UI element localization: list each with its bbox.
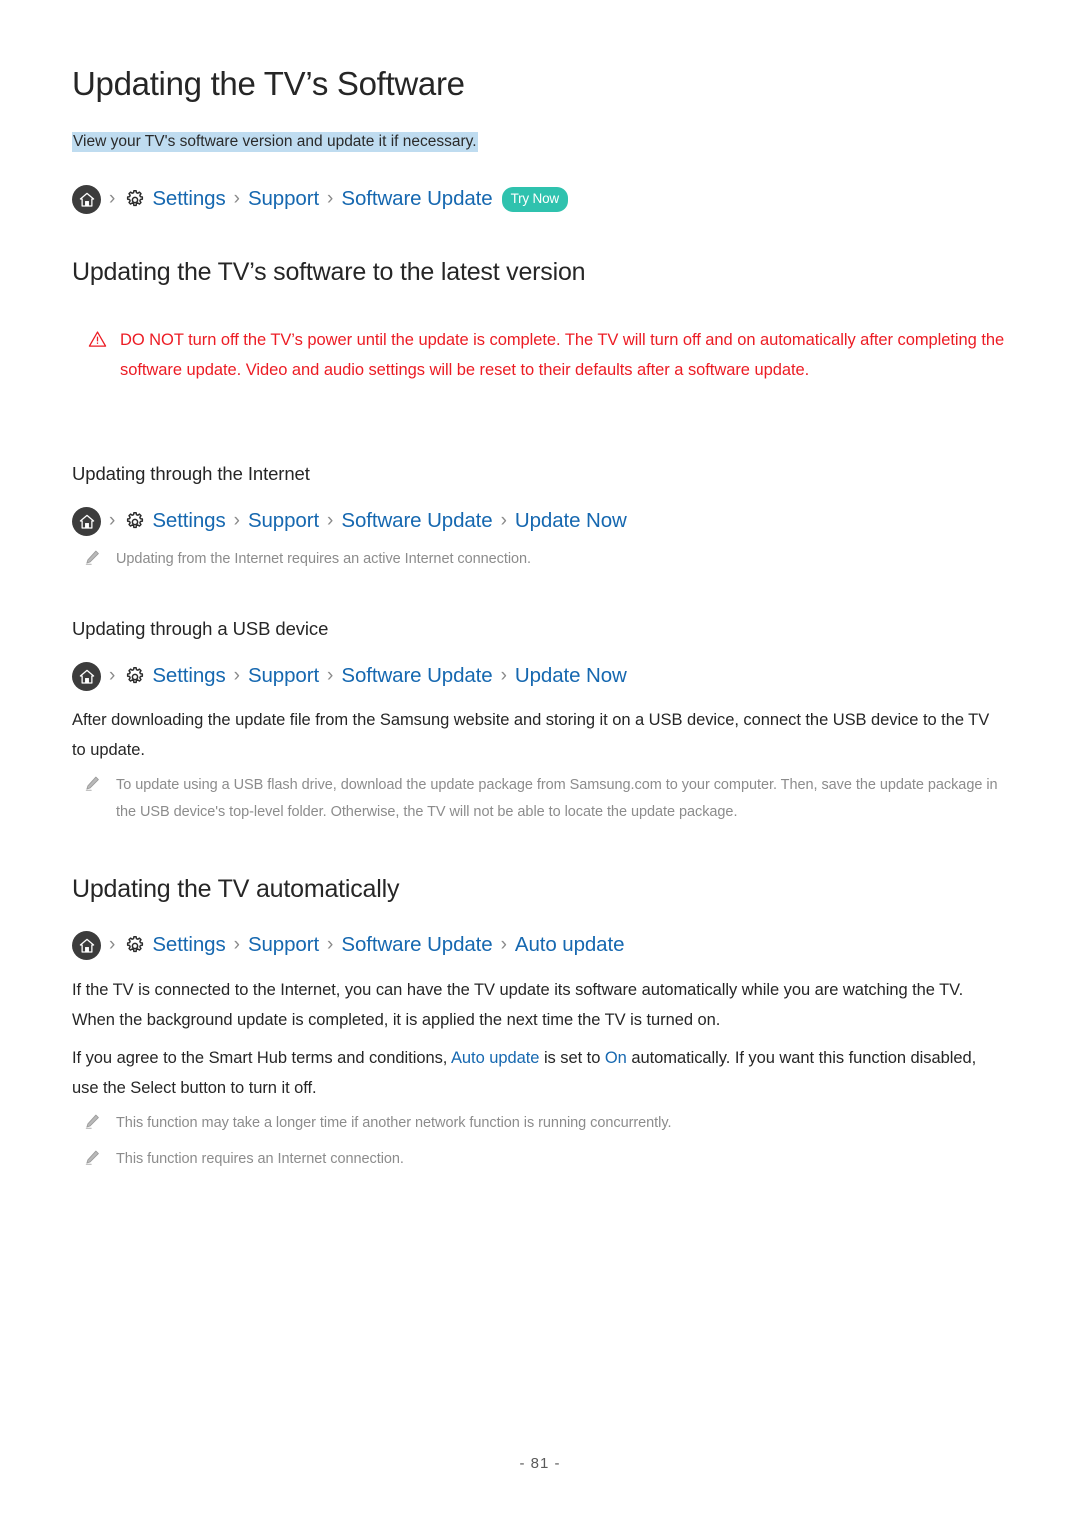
heading-updating-automatically: Updating the TV automatically (72, 875, 400, 903)
paragraph-auto-2: If you agree to the Smart Hub terms and … (72, 1043, 1004, 1103)
pencil-icon (85, 1114, 100, 1135)
breadcrumb-separator: › (109, 665, 116, 686)
page-title: Updating the TV’s Software (72, 65, 465, 102)
breadcrumb-separator: › (109, 510, 116, 531)
heading-latest-version: Updating the TV’s software to the latest… (72, 258, 586, 286)
page-subtitle-row: View your TV's software version and upda… (72, 130, 478, 153)
breadcrumb-item-auto-update[interactable]: Auto update (515, 935, 625, 956)
breadcrumb-separator: › (500, 665, 507, 686)
breadcrumb-item-support[interactable]: Support (248, 511, 319, 532)
link-on[interactable]: On (605, 1049, 627, 1067)
breadcrumb-separator: › (327, 188, 334, 209)
home-icon[interactable] (72, 507, 101, 536)
try-now-badge[interactable]: Try Now (501, 187, 568, 212)
paragraph-auto-1: If the TV is connected to the Internet, … (72, 981, 964, 1030)
note-text: To update using a USB flash drive, downl… (116, 777, 998, 820)
gear-icon[interactable] (123, 510, 146, 533)
breadcrumb-auto[interactable]: › Settings › Support › Software Update ›… (72, 931, 624, 960)
paragraph-usb: After downloading the update file from t… (72, 711, 990, 760)
page-number: - 81 - (519, 1455, 561, 1472)
breadcrumb-item-support[interactable]: Support (248, 666, 319, 687)
note-usb: To update using a USB flash drive, downl… (85, 772, 1005, 826)
breadcrumb-separator: › (327, 665, 334, 686)
home-icon[interactable] (72, 662, 101, 691)
breadcrumb-internet[interactable]: › Settings › Support › Software Update ›… (72, 507, 627, 536)
breadcrumb-item-settings[interactable]: Settings (152, 189, 225, 210)
breadcrumb-item-update-now[interactable]: Update Now (515, 511, 627, 532)
pencil-icon (85, 776, 100, 797)
page-subtitle: View your TV's software version and upda… (72, 132, 478, 152)
breadcrumb-item-software-update[interactable]: Software Update (341, 511, 492, 532)
paragraph-auto-2-part2: is set to (539, 1049, 605, 1067)
home-icon[interactable] (72, 931, 101, 960)
breadcrumb-item-support[interactable]: Support (248, 189, 319, 210)
breadcrumb-separator: › (500, 934, 507, 955)
warning-text: DO NOT turn off the TV’s power until the… (120, 331, 1005, 380)
breadcrumb-item-support[interactable]: Support (248, 935, 319, 956)
breadcrumb-separator: › (233, 665, 240, 686)
note-auto-2: This function requires an Internet conne… (85, 1146, 1005, 1173)
heading-updating-usb: Updating through a USB device (72, 618, 329, 639)
gear-icon[interactable] (123, 665, 146, 688)
pencil-icon (85, 550, 100, 571)
heading-updating-internet: Updating through the Internet (72, 463, 310, 484)
note-internet: Updating from the Internet requires an a… (85, 546, 1005, 573)
note-auto-1: This function may take a longer time if … (85, 1110, 1005, 1137)
breadcrumb-separator: › (233, 188, 240, 209)
gear-icon[interactable] (123, 188, 146, 211)
note-text: This function requires an Internet conne… (116, 1151, 404, 1167)
breadcrumb-separator: › (233, 934, 240, 955)
breadcrumb-separator: › (500, 510, 507, 531)
document-page: Updating the TV’s Software View your TV'… (0, 0, 1080, 1527)
breadcrumb-item-settings[interactable]: Settings (152, 511, 225, 532)
breadcrumb-separator: › (327, 934, 334, 955)
paragraph-auto-2-part1: If you agree to the Smart Hub terms and … (72, 1049, 451, 1067)
breadcrumb-separator: › (109, 934, 116, 955)
link-auto-update[interactable]: Auto update (451, 1049, 540, 1067)
warning-block: DO NOT turn off the TV’s power until the… (88, 325, 1008, 385)
breadcrumb-separator: › (233, 510, 240, 531)
note-text: This function may take a longer time if … (116, 1115, 672, 1131)
breadcrumb-item-settings[interactable]: Settings (152, 935, 225, 956)
home-icon[interactable] (72, 185, 101, 214)
breadcrumb-separator: › (109, 188, 116, 209)
note-text: Updating from the Internet requires an a… (116, 551, 532, 567)
breadcrumb-item-software-update[interactable]: Software Update (341, 189, 492, 210)
gear-icon[interactable] (123, 934, 146, 957)
breadcrumb-item-software-update[interactable]: Software Update (341, 935, 492, 956)
breadcrumb-usb[interactable]: › Settings › Support › Software Update ›… (72, 662, 627, 691)
breadcrumb-main[interactable]: › Settings › Support › Software Update T… (72, 185, 568, 214)
warning-triangle-icon (88, 330, 107, 353)
breadcrumb-item-settings[interactable]: Settings (152, 666, 225, 687)
pencil-icon (85, 1150, 100, 1171)
breadcrumb-separator: › (327, 510, 334, 531)
breadcrumb-item-update-now[interactable]: Update Now (515, 666, 627, 687)
breadcrumb-item-software-update[interactable]: Software Update (341, 666, 492, 687)
